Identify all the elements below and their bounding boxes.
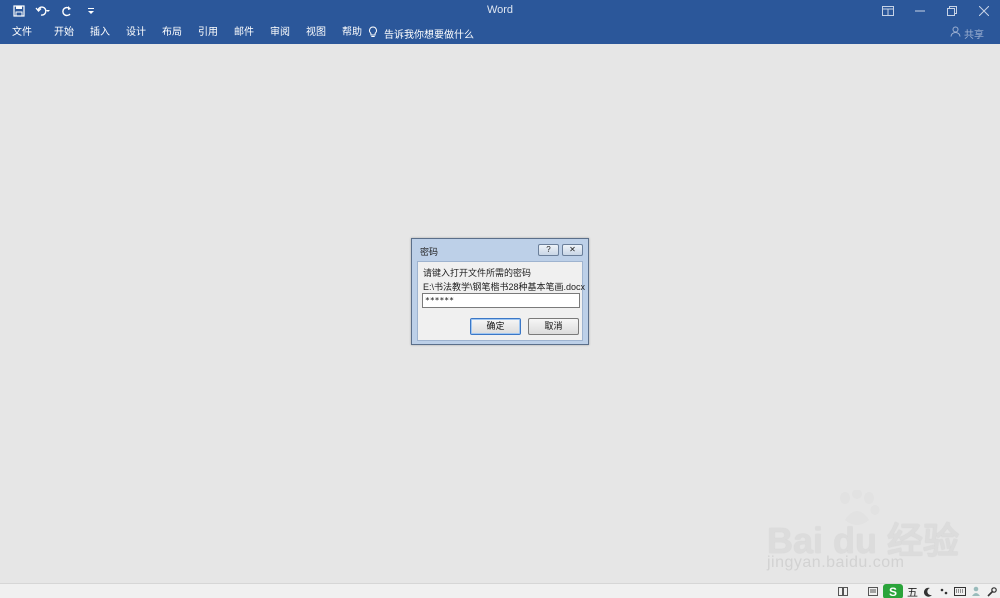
tools-wrench-icon[interactable]: [986, 586, 998, 598]
baidu-watermark: Bai du 经验 jingyan.baidu.com: [765, 490, 959, 580]
ok-button[interactable]: 确定: [470, 318, 521, 335]
share-button[interactable]: 共享: [950, 22, 984, 44]
app-title: Word: [486, 4, 514, 16]
restore-icon[interactable]: [936, 0, 968, 22]
tell-me-label: 告诉我你想要做什么: [384, 29, 474, 41]
password-dialog: 密码 ? ✕ 请键入打开文件所需的密码 E:\书法教学\钢笔楷书28种基本笔画.…: [411, 238, 589, 345]
help-button[interactable]: ?: [538, 244, 559, 256]
help-icon: ?: [546, 245, 551, 254]
person-icon: [950, 26, 961, 40]
punctuation-icon[interactable]: [938, 586, 950, 598]
ribbon-tab-bar: 文件 开始 插入 设计 布局 引用 邮件 审阅 视图 帮助 告诉我你想要做什么 …: [0, 22, 1000, 44]
ribbon-tabs: 文件 开始 插入 设计 布局 引用 邮件 审阅 视图 帮助: [0, 22, 370, 44]
tab-insert[interactable]: 插入: [82, 22, 118, 44]
tab-layout[interactable]: 布局: [154, 22, 190, 44]
password-input[interactable]: ******: [422, 293, 580, 308]
tab-references[interactable]: 引用: [190, 22, 226, 44]
skin-icon[interactable]: [970, 586, 982, 598]
tab-file[interactable]: 文件: [0, 22, 46, 44]
dialog-prompt: 请键入打开文件所需的密码: [423, 268, 532, 278]
read-mode-icon[interactable]: [837, 586, 849, 598]
keyboard-icon[interactable]: [954, 586, 966, 598]
window-controls: [872, 0, 1000, 22]
tab-home[interactable]: 开始: [46, 22, 82, 44]
print-layout-icon[interactable]: [867, 586, 879, 598]
tab-design[interactable]: 设计: [118, 22, 154, 44]
close-icon: ✕: [569, 245, 576, 254]
moon-icon[interactable]: [922, 586, 934, 598]
dialog-body: 请键入打开文件所需的密码 E:\书法教学\钢笔楷书28种基本笔画.docx **…: [417, 261, 586, 341]
sogou-ime-logo[interactable]: S: [883, 584, 903, 598]
close-icon[interactable]: [968, 0, 1000, 22]
dialog-title-bar: 密码 ? ✕: [412, 239, 588, 261]
ime-mode-indicator[interactable]: 五: [907, 584, 918, 598]
status-bar-right: S 五: [837, 584, 998, 598]
cancel-button[interactable]: 取消: [528, 318, 579, 335]
tab-review[interactable]: 审阅: [262, 22, 298, 44]
dialog-title: 密码: [420, 247, 439, 257]
dialog-close-button[interactable]: ✕: [562, 244, 583, 256]
status-bar: S 五: [0, 583, 1000, 598]
tab-help[interactable]: 帮助: [334, 22, 370, 44]
minimize-icon[interactable]: [904, 0, 936, 22]
lightbulb-icon: [368, 25, 378, 41]
tab-mailings[interactable]: 邮件: [226, 22, 262, 44]
share-label: 共享: [964, 29, 984, 41]
tab-view[interactable]: 视图: [298, 22, 334, 44]
tell-me-search[interactable]: 告诉我你想要做什么: [368, 22, 474, 44]
file-path-label: E:\书法教学\钢笔楷书28种基本笔画.docx: [423, 282, 586, 292]
ribbon-display-options-icon[interactable]: [872, 0, 904, 22]
title-bar: Word: [0, 0, 1000, 22]
watermark-url: jingyan.baidu.com: [767, 554, 905, 571]
